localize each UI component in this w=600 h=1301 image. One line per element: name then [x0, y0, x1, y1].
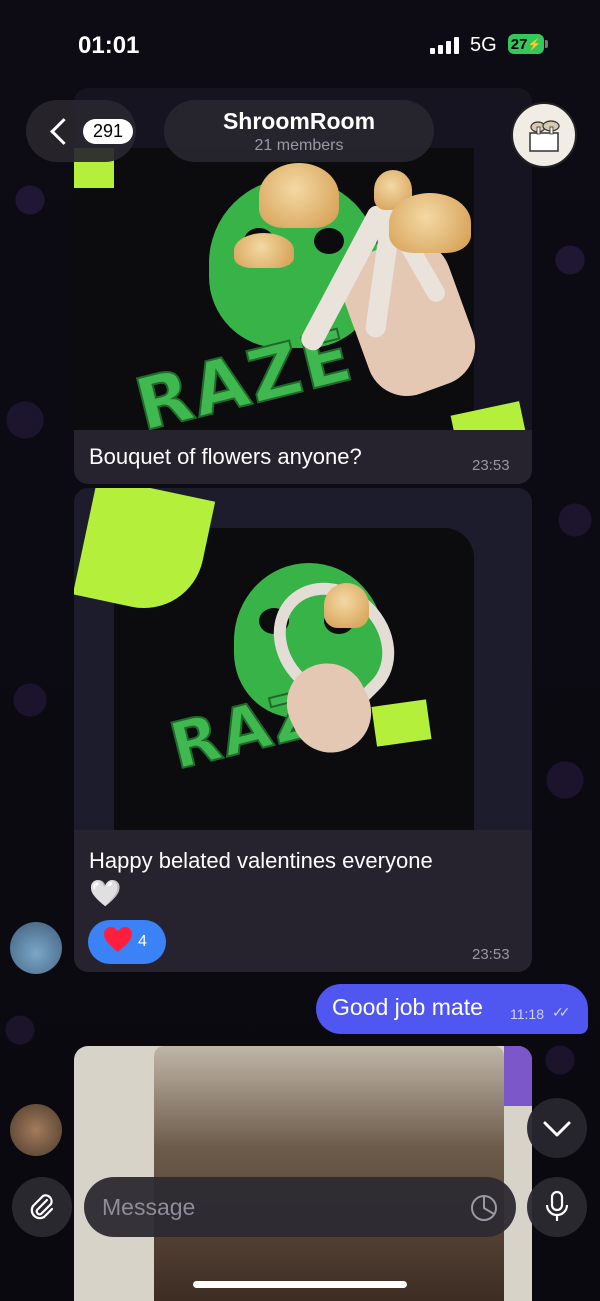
mushroom-cap [389, 193, 471, 253]
attach-button[interactable] [12, 1177, 72, 1237]
mushroom-cap [324, 583, 369, 628]
chevron-down-icon [543, 1121, 571, 1137]
network-type: 5G [470, 34, 497, 56]
home-indicator [193, 1281, 407, 1288]
status-bar: 01:01 5G 27 ⚡ [0, 0, 600, 90]
message-time: 11:18 [510, 1006, 544, 1022]
photo-caption: Bouquet of flowers anyone? [89, 444, 362, 469]
microphone-icon [545, 1190, 569, 1221]
battery-cap [545, 40, 548, 48]
status-time: 01:01 [78, 32, 140, 59]
reaction-heart[interactable]: 4 [88, 920, 166, 964]
sender-avatar[interactable] [10, 922, 62, 974]
red-heart-icon [104, 926, 132, 958]
voice-message-button[interactable] [527, 1177, 587, 1237]
cellular-signal-icon [430, 36, 459, 54]
read-checkmarks-icon: ✓✓ [552, 1004, 571, 1020]
chevron-left-icon [50, 117, 77, 145]
reaction-count: 4 [138, 933, 147, 950]
battery-level: 27 [510, 35, 528, 53]
photo-message-valentines[interactable]: RAZE [74, 488, 532, 830]
chat-header[interactable]: ShroomRoom 21 members [164, 100, 434, 162]
back-button[interactable]: 291 [26, 100, 136, 162]
chat-subtitle: 21 members [254, 137, 344, 154]
outgoing-message-text: Good job mate [332, 994, 483, 1020]
mushroom-box-icon [529, 120, 560, 152]
sender-avatar[interactable] [10, 1104, 62, 1156]
scroll-to-bottom-button[interactable] [527, 1098, 587, 1158]
paperclip-icon [30, 1194, 54, 1220]
white-heart-emoji: 🤍 [89, 878, 122, 908]
unread-count-badge: 291 [83, 118, 134, 144]
message-time: 23:53 [472, 457, 510, 474]
mushroom-cap [259, 163, 339, 228]
sticker-button[interactable] [468, 1192, 500, 1224]
mushroom-cap [234, 233, 294, 268]
outgoing-message-bubble[interactable]: Good job mate 11:18 ✓✓ [316, 984, 588, 1034]
sticker-icon [471, 1195, 497, 1221]
photo-label [504, 1046, 532, 1106]
photo-caption-box: Bouquet of flowers anyone? 23:53 [74, 430, 532, 484]
message-time: 23:53 [472, 946, 510, 963]
group-avatar[interactable] [511, 102, 577, 168]
chat-title: ShroomRoom [222, 108, 376, 134]
photo-skull-eye [314, 228, 344, 254]
battery-icon: 27 ⚡ [508, 34, 544, 54]
photo-neon-sleeve-right [371, 699, 432, 747]
photo-caption: Happy belated valentines everyone [89, 848, 433, 873]
message-input[interactable] [84, 1177, 516, 1237]
